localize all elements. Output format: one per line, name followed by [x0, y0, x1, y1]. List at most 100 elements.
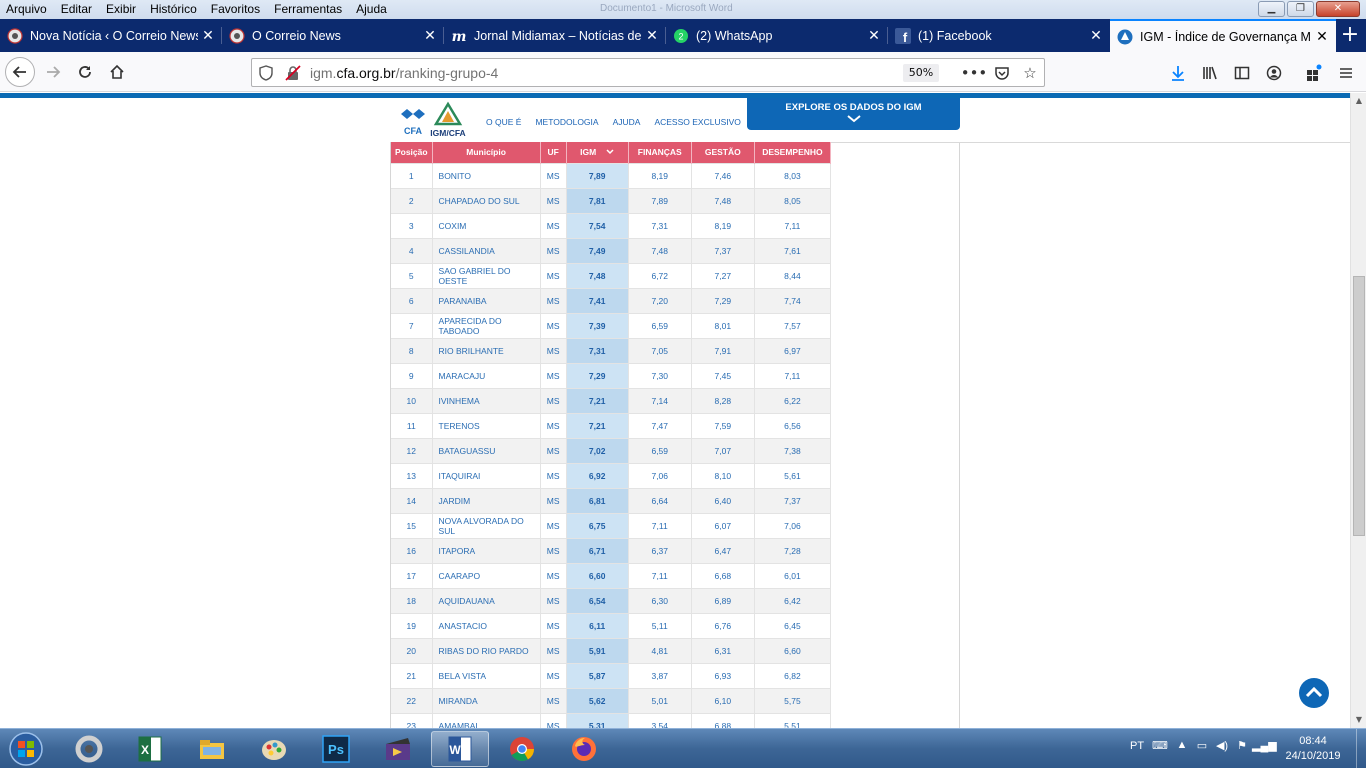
start-button[interactable] — [3, 730, 49, 768]
menu-item-exibir[interactable]: Exibir — [106, 2, 144, 16]
cell-municipality[interactable]: CASSILANDIA — [432, 237, 541, 263]
cfa-logo[interactable]: CFA — [398, 106, 428, 138]
cell-municipality[interactable]: ITAQUIRAI — [432, 462, 541, 488]
cell-municipality[interactable]: MIRANDA — [432, 687, 541, 713]
close-tab-icon[interactable]: ✕ — [642, 27, 662, 44]
close-tab-icon[interactable]: ✕ — [1086, 27, 1106, 44]
show-desktop-button[interactable] — [1356, 729, 1366, 768]
tracking-shield-icon[interactable] — [259, 65, 273, 81]
cell-municipality[interactable]: PARANAIBA — [432, 287, 541, 313]
cell-municipality[interactable]: AQUIDAUANA — [432, 587, 541, 613]
language-indicator[interactable]: PT — [1130, 740, 1144, 752]
scrollbar-thumb[interactable] — [1353, 276, 1365, 536]
browser-tab[interactable]: m Jornal Midiamax – Notícias de M ✕ — [444, 19, 666, 52]
scroll-down-arrow-icon[interactable]: ▼ — [1351, 712, 1366, 728]
close-tab-icon[interactable]: ✕ — [864, 27, 884, 44]
menu-item-ferramentas[interactable]: Ferramentas — [274, 2, 350, 16]
signal-icon[interactable]: ▂▄▆ — [1252, 739, 1277, 755]
cell-municipality[interactable]: BELA VISTA — [432, 662, 541, 688]
taskbar-app-excel[interactable]: X — [121, 731, 179, 767]
page-actions-icon[interactable]: ••• — [961, 63, 988, 83]
library-icon[interactable] — [1199, 62, 1221, 84]
zoom-level-button[interactable]: 50% — [903, 64, 939, 82]
network-icon[interactable]: ▭ — [1194, 739, 1210, 755]
close-tab-icon[interactable]: ✕ — [420, 27, 440, 44]
account-icon[interactable] — [1263, 62, 1285, 84]
cell-municipality[interactable]: CHAPADAO DO SUL — [432, 187, 541, 213]
menu-item-historico[interactable]: Histórico — [150, 2, 205, 16]
vertical-scrollbar[interactable]: ▲ ▼ — [1350, 93, 1366, 728]
menu-item-ajuda[interactable]: Ajuda — [356, 2, 395, 16]
cell-municipality[interactable]: APARECIDA DO TABOADO — [432, 312, 541, 338]
browser-tab[interactable]: O Correio News ✕ — [222, 19, 444, 52]
taskbar-app-movie-maker[interactable] — [369, 731, 427, 767]
column-header[interactable]: Posição — [391, 142, 433, 163]
browser-tab[interactable]: 2 (2) WhatsApp ✕ — [666, 19, 888, 52]
bookmark-star-icon[interactable]: ☆ — [1019, 63, 1041, 83]
clock[interactable]: 08:44 24/10/2019 — [1278, 734, 1348, 764]
close-window-button[interactable]: ✕ — [1316, 1, 1360, 17]
cell-municipality[interactable]: BONITO — [432, 162, 541, 188]
taskbar-app-firefox[interactable] — [555, 731, 613, 767]
browser-tab[interactable]: Nova Notícia ‹ O Correio News ✕ — [0, 19, 222, 52]
forward-button[interactable] — [39, 58, 67, 86]
taskbar-app-chrome-alt[interactable] — [60, 731, 118, 767]
taskbar-app-photoshop[interactable]: Ps — [307, 731, 365, 767]
cell-municipality[interactable]: ITAPORA — [432, 537, 541, 563]
home-button[interactable] — [103, 58, 131, 86]
menu-item-favoritos[interactable]: Favoritos — [211, 2, 268, 16]
maximize-button[interactable]: ❐ — [1287, 1, 1314, 17]
cell-municipality[interactable]: IVINHEMA — [432, 387, 541, 413]
back-button[interactable] — [5, 57, 35, 87]
site-nav-link[interactable]: ACESSO EXCLUSIVO — [654, 117, 740, 127]
downloads-icon[interactable] — [1167, 62, 1189, 84]
column-header[interactable]: GESTÃO — [691, 142, 755, 163]
menu-item-arquivo[interactable]: Arquivo — [6, 2, 55, 16]
insecure-lock-icon[interactable] — [285, 65, 301, 81]
explore-data-button[interactable]: EXPLORE OS DADOS DO IGM — [747, 98, 960, 130]
cell-municipality[interactable]: AMAMBAI — [432, 712, 541, 728]
address-bar[interactable]: igm.cfa.org.br/ranking-grupo-4 50% ••• ☆ — [251, 58, 1045, 87]
column-header[interactable]: FINANÇAS — [628, 142, 692, 163]
action-center-flag-icon[interactable]: ⚑ — [1234, 739, 1250, 755]
close-tab-icon[interactable]: ✕ — [198, 27, 218, 44]
reload-button[interactable] — [71, 58, 99, 86]
taskbar-app-chrome[interactable] — [493, 731, 551, 767]
menu-item-editar[interactable]: Editar — [61, 2, 100, 16]
extensions-icon[interactable] — [1303, 62, 1325, 84]
browser-tab[interactable]: f (1) Facebook ✕ — [888, 19, 1110, 52]
igm-logo[interactable]: IGM/CFA — [428, 101, 468, 139]
pocket-icon[interactable] — [991, 63, 1013, 83]
keyboard-icon[interactable]: ⌨ — [1152, 739, 1168, 755]
close-tab-icon[interactable]: ✕ — [1312, 28, 1332, 45]
browser-tab[interactable]: IGM - Índice de Governança M ✕ — [1110, 19, 1336, 52]
cell-municipality[interactable]: TERENOS — [432, 412, 541, 438]
cell-municipality[interactable]: MARACAJU — [432, 362, 541, 388]
taskbar-app-word[interactable]: W — [431, 731, 489, 767]
url-text[interactable]: igm.cfa.org.br/ranking-grupo-4 — [310, 65, 498, 81]
cell-municipality[interactable]: CAARAPO — [432, 562, 541, 588]
site-nav-link[interactable]: AJUDA — [613, 117, 641, 127]
column-header[interactable]: IGM — [566, 142, 629, 163]
site-nav-link[interactable]: METODOLOGIA — [535, 117, 598, 127]
new-tab-button[interactable]: + — [1337, 19, 1363, 52]
cell-municipality[interactable]: NOVA ALVORADA DO SUL — [432, 512, 541, 538]
cell-municipality[interactable]: RIBAS DO RIO PARDO — [432, 637, 541, 663]
taskbar-app-explorer[interactable] — [183, 731, 241, 767]
cell-municipality[interactable]: BATAGUASSU — [432, 437, 541, 463]
column-header[interactable]: DESEMPENHO — [754, 142, 832, 163]
column-header[interactable]: UF — [540, 142, 567, 163]
column-header[interactable]: Município — [432, 142, 541, 163]
site-nav-link[interactable]: O QUE É — [486, 117, 521, 127]
cell-municipality[interactable]: ANASTACIO — [432, 612, 541, 638]
sidebar-icon[interactable] — [1231, 62, 1253, 84]
cell-municipality[interactable]: JARDIM — [432, 487, 541, 513]
cell-municipality[interactable]: RIO BRILHANTE — [432, 337, 541, 363]
tray-expand-icon[interactable]: ▲ — [1174, 739, 1190, 755]
cell-municipality[interactable]: COXIM — [432, 212, 541, 238]
scroll-to-top-button[interactable] — [1299, 678, 1329, 708]
minimize-button[interactable]: ▁ — [1258, 1, 1285, 17]
cell-municipality[interactable]: SAO GABRIEL DO OESTE — [432, 262, 541, 288]
taskbar-app-paint[interactable] — [245, 731, 303, 767]
hamburger-menu-icon[interactable] — [1335, 62, 1357, 84]
